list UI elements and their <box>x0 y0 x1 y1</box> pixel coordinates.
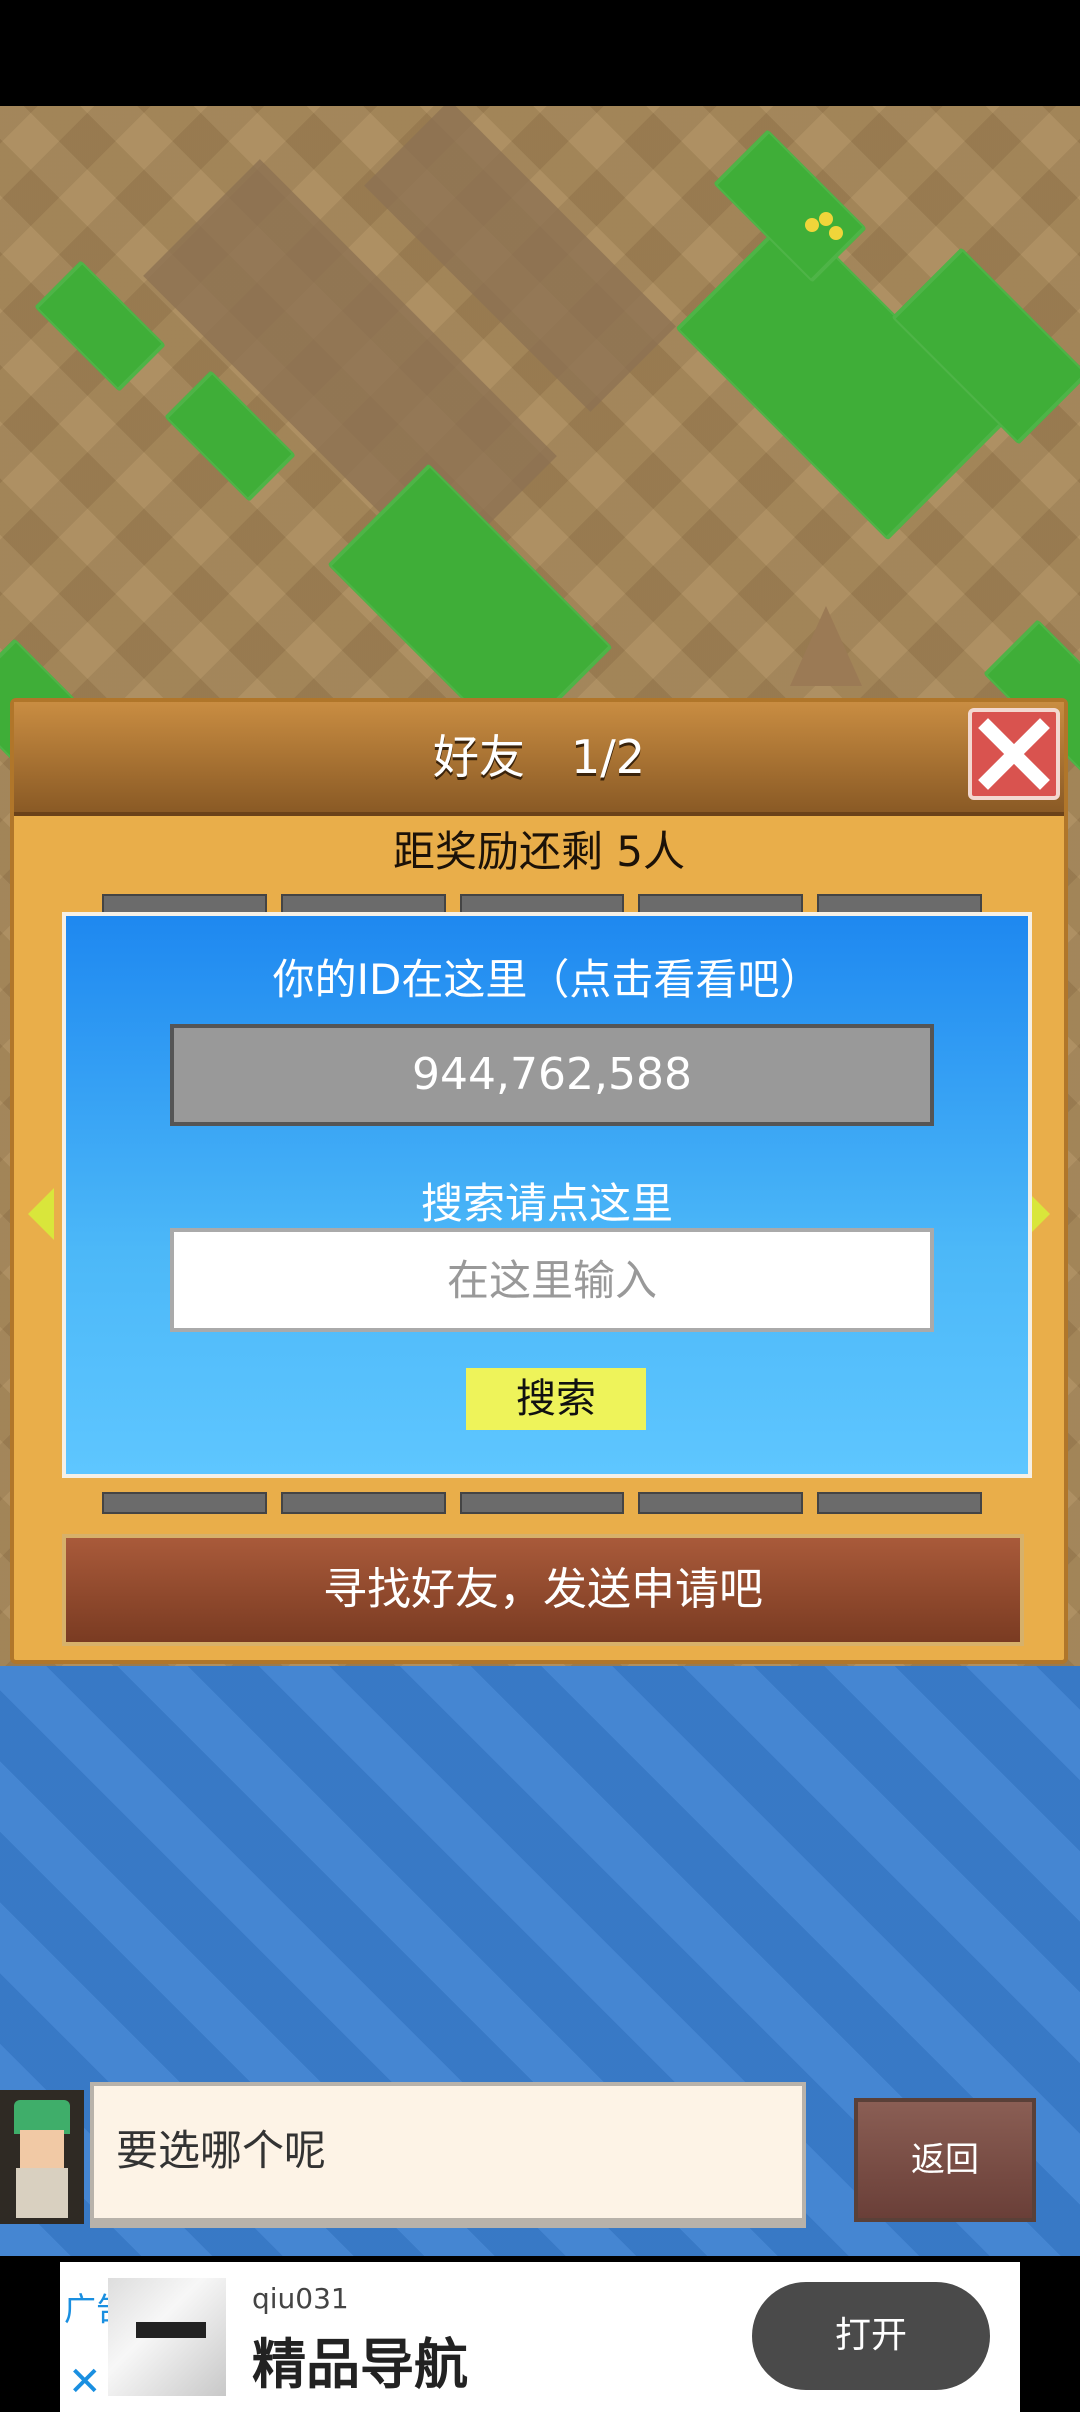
friend-slot <box>280 1492 446 1514</box>
status-bar <box>0 0 1080 106</box>
back-button[interactable]: 返回 <box>854 2098 1036 2222</box>
npc-avatar <box>0 2090 84 2224</box>
friends-dialog: 好友 1/2 距奖励还剩 5人 你的ID在这里（点击看看吧） 944,762,5… <box>10 698 1068 1664</box>
id-search-panel: 你的ID在这里（点击看看吧） 944,762,588 搜索请点这里 搜索 <box>62 912 1032 1478</box>
search-input[interactable] <box>170 1228 934 1332</box>
close-button[interactable] <box>968 708 1060 800</box>
ad-title: 精品导航 <box>252 2333 468 2396</box>
search-button[interactable]: 搜索 <box>466 1368 646 1430</box>
dialog-header: 好友 1/2 <box>14 702 1064 816</box>
ad-open-button[interactable]: 打开 <box>752 2282 990 2390</box>
game-screen: 好友 1/2 距奖励还剩 5人 你的ID在这里（点击看看吧） 944,762,5… <box>0 0 1080 2412</box>
player-id-field[interactable]: 944,762,588 <box>170 1024 934 1126</box>
close-icon <box>978 718 1050 790</box>
friend-slot <box>817 1492 982 1514</box>
ad-account-name: qiu031 <box>252 2282 349 2315</box>
search-label: 搜索请点这里 <box>420 1179 673 1228</box>
flower-icon <box>805 212 843 240</box>
friend-slot <box>102 1492 267 1514</box>
ad-banner[interactable]: 广告 ✕ qiu031 精品导航 打开 <box>60 2262 1020 2412</box>
npc-face <box>20 2130 64 2168</box>
rock-icon <box>790 606 862 686</box>
grass-tile <box>34 260 166 392</box>
find-friend-button[interactable]: 寻找好友，发送申请吧 <box>62 1534 1024 1646</box>
npc-body <box>16 2168 68 2218</box>
arrow-left-icon[interactable] <box>28 1188 54 1240</box>
reward-remaining-text: 距奖励还剩 5人 <box>392 827 686 876</box>
ad-close-icon[interactable]: ✕ <box>68 2362 102 2402</box>
npc-speech-bubble: 要选哪个呢 <box>90 2082 806 2228</box>
ad-thumbnail <box>108 2278 226 2396</box>
ad-thumbnail-detail <box>136 2322 206 2338</box>
friend-slot <box>459 1492 625 1514</box>
dialog-title: 好友 1/2 <box>432 730 646 784</box>
npc-hair <box>14 2100 70 2134</box>
friend-slot-strip-bottom <box>102 1492 982 1514</box>
friend-slot <box>638 1492 804 1514</box>
id-label: 你的ID在这里（点击看看吧） <box>272 955 822 1004</box>
grass-tile <box>713 129 867 283</box>
